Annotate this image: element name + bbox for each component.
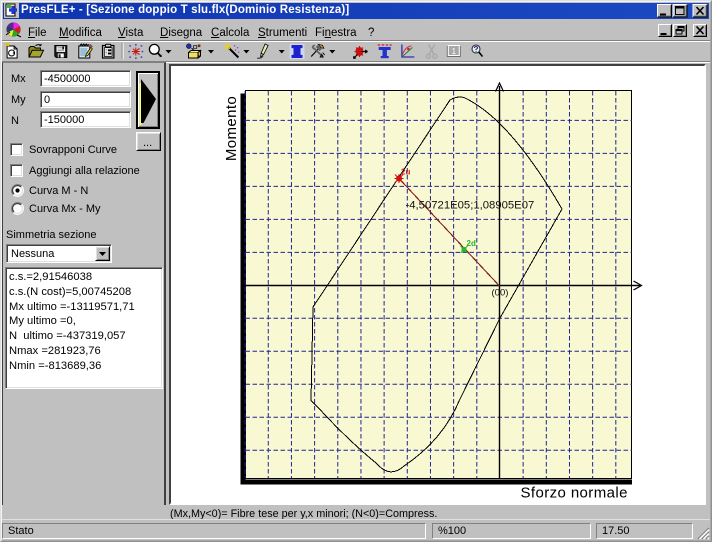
svg-text:(00): (00)	[492, 288, 509, 299]
svg-text:Momento: Momento	[223, 96, 240, 161]
svg-text:2u: 2u	[401, 168, 410, 177]
svg-text:2d: 2d	[467, 239, 476, 248]
svg-text:1: 1	[452, 47, 457, 56]
svg-text:-4,50721E05;1,08905E07: -4,50721E05;1,08905E07	[406, 200, 535, 212]
svg-text:Sforzo normale: Sforzo normale	[521, 485, 628, 502]
